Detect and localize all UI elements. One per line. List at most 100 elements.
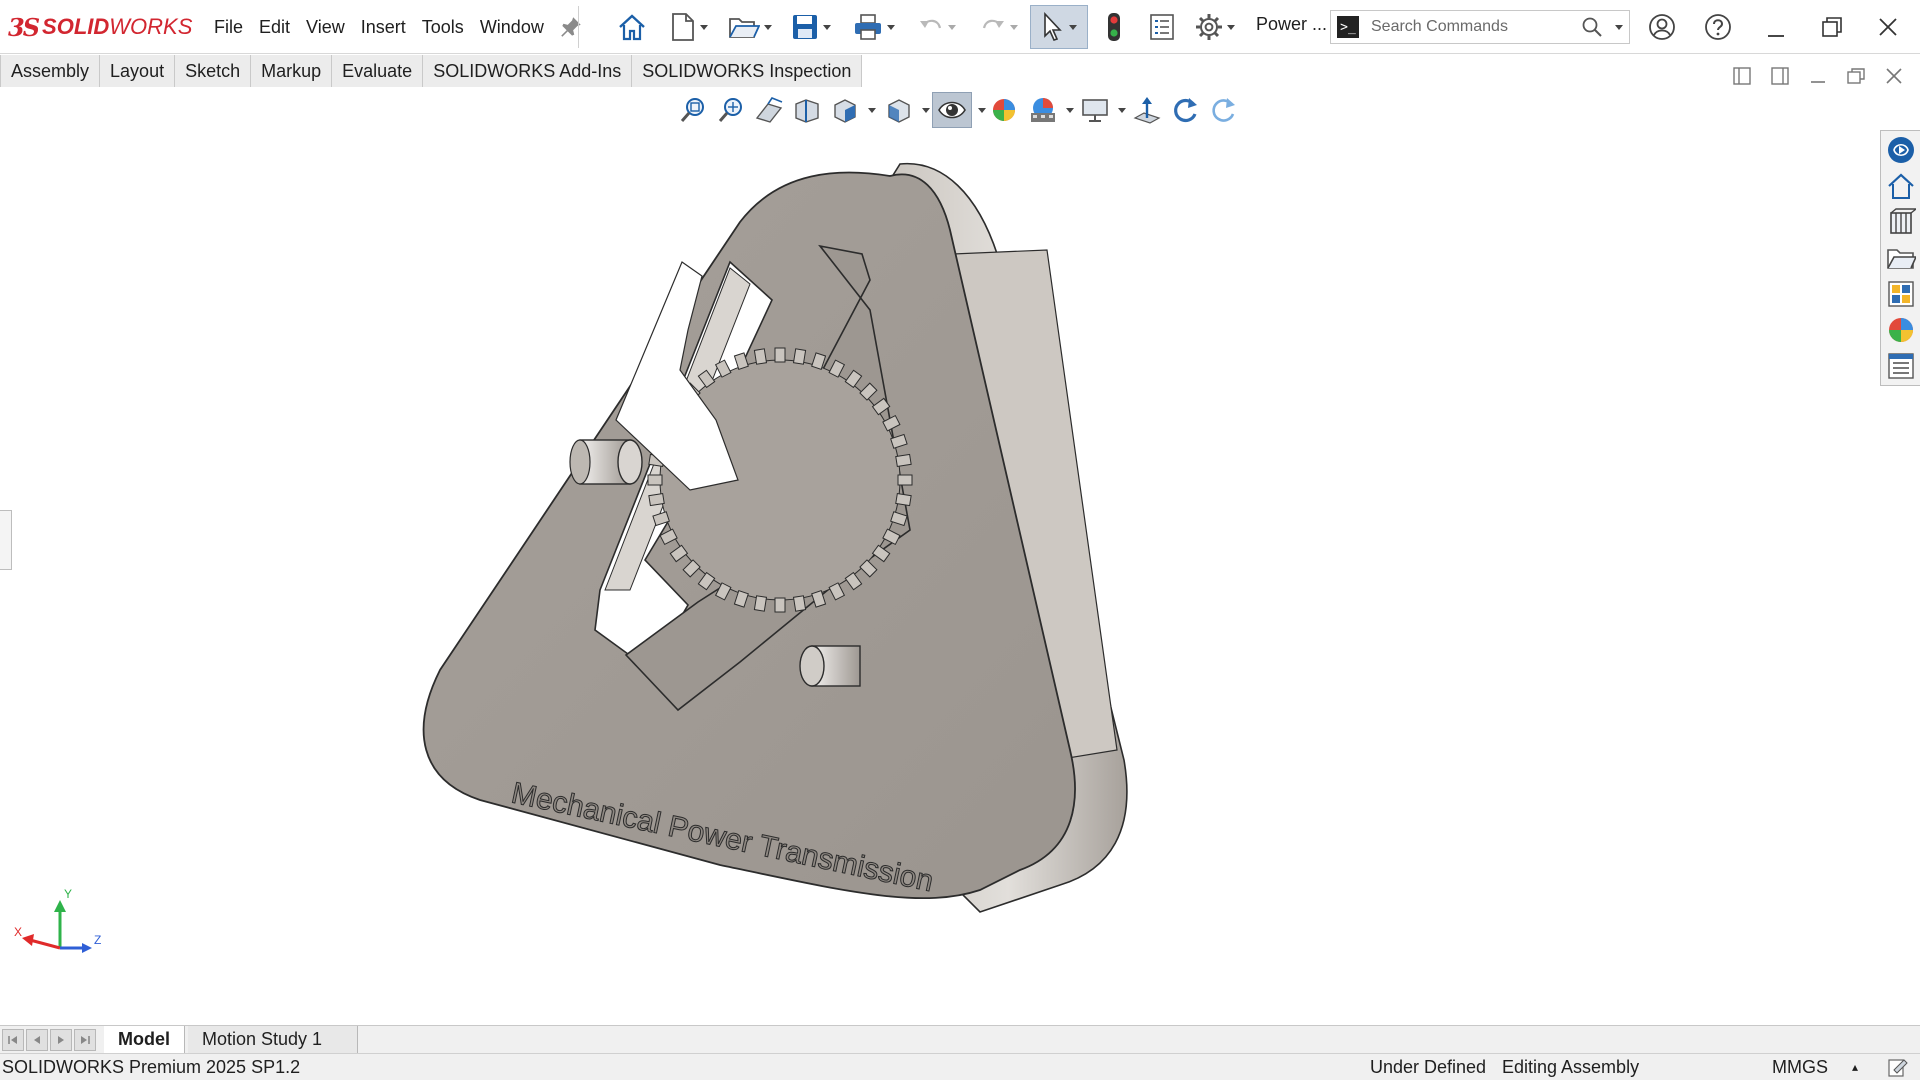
title-bar: 3S SOLID WORKS File Edit View Insert Too…	[0, 0, 1920, 54]
edit-appearance-icon	[993, 99, 1015, 121]
chevron-down-icon[interactable]	[978, 108, 986, 113]
tab-motion-study[interactable]: Motion Study 1	[188, 1026, 358, 1053]
home-button[interactable]	[614, 8, 650, 46]
power-select-label[interactable]: Power ...	[1256, 14, 1327, 35]
appearances-icon[interactable]	[1886, 315, 1916, 345]
normal-to-button[interactable]	[1130, 92, 1164, 128]
pin-icon[interactable]	[558, 14, 584, 40]
search-commands[interactable]: >_	[1330, 10, 1630, 44]
chevron-down-icon[interactable]	[948, 24, 956, 30]
doc-minimize-icon[interactable]	[1806, 64, 1830, 88]
bottom-tab-bar: Model Motion Study 1	[0, 1025, 1920, 1053]
hide-show-items-button[interactable]	[932, 92, 972, 128]
rebuild-button[interactable]	[1098, 8, 1130, 46]
file-explorer-icon[interactable]	[1886, 243, 1916, 273]
redo-button[interactable]	[972, 8, 1026, 46]
zoom-to-fit-button[interactable]	[676, 92, 710, 128]
chevron-down-icon[interactable]	[868, 108, 876, 113]
gear-tooth	[753, 595, 768, 612]
unit-system[interactable]: MMGS	[1772, 1057, 1828, 1078]
solidworks-logo[interactable]: 3S SOLID WORKS	[8, 10, 192, 44]
home-icon[interactable]	[1886, 171, 1916, 201]
model-viewport[interactable]: Mechanical Power Transmission	[420, 150, 1160, 990]
restore-icon[interactable]	[1818, 13, 1846, 41]
chevron-down-icon[interactable]	[1118, 108, 1126, 113]
search-icon[interactable]	[1581, 16, 1603, 38]
redo-icon	[982, 19, 1004, 29]
menu-file[interactable]: File	[206, 10, 251, 44]
doc-restore-icon[interactable]	[1844, 64, 1868, 88]
tab-layout[interactable]: Layout	[100, 55, 176, 87]
section-view-icon	[795, 99, 819, 123]
chevron-down-icon[interactable]	[1066, 108, 1074, 113]
collapse-right-icon[interactable]	[1768, 64, 1792, 88]
edit-appearance-button[interactable]	[988, 92, 1022, 128]
doc-close-icon[interactable]	[1882, 64, 1906, 88]
rebuild-status-icon[interactable]	[1886, 1057, 1910, 1079]
display-style-button[interactable]	[882, 92, 916, 128]
view-orientation-button[interactable]	[828, 92, 862, 128]
featuremanager-flyout-handle[interactable]	[0, 510, 12, 570]
rebuild-icon	[1108, 13, 1120, 41]
collapse-left-icon[interactable]	[1730, 64, 1754, 88]
chevron-down-icon[interactable]	[1227, 24, 1235, 30]
tab-inspection[interactable]: SOLIDWORKS Inspection	[632, 55, 863, 87]
chevron-down-icon[interactable]	[887, 24, 895, 30]
menu-window[interactable]: Window	[472, 10, 552, 44]
design-library-icon[interactable]	[1886, 207, 1916, 237]
save-button[interactable]	[784, 8, 838, 46]
redo-view-button[interactable]	[1206, 92, 1240, 128]
previous-tab-button[interactable]	[26, 1029, 48, 1051]
menu-tools[interactable]: Tools	[414, 10, 472, 44]
view-settings-button[interactable]	[1078, 92, 1112, 128]
tab-assembly[interactable]: Assembly	[0, 55, 101, 87]
chevron-down-icon[interactable]	[922, 108, 930, 113]
apply-scene-button[interactable]	[1026, 92, 1060, 128]
solidworks-resources-icon[interactable]	[1886, 135, 1916, 165]
custom-properties-icon[interactable]	[1886, 351, 1916, 381]
gear-tooth	[647, 474, 663, 486]
file-properties-button[interactable]	[1144, 8, 1180, 46]
section-view-button[interactable]	[790, 92, 824, 128]
rotate-button[interactable]	[1168, 92, 1202, 128]
print-button[interactable]	[846, 8, 902, 46]
select-button[interactable]	[1030, 5, 1088, 49]
previous-view-button[interactable]	[752, 92, 786, 128]
chevron-down-icon[interactable]	[700, 24, 708, 30]
user-icon[interactable]	[1648, 13, 1676, 41]
tab-sketch[interactable]: Sketch	[175, 55, 252, 87]
previous-arrow-icon	[34, 1036, 40, 1044]
view-orientation-icon	[834, 99, 856, 123]
last-tab-button[interactable]	[74, 1029, 96, 1051]
first-tab-button[interactable]	[2, 1029, 24, 1051]
chevron-down-icon[interactable]	[1010, 24, 1018, 30]
view-palette-icon[interactable]	[1886, 279, 1916, 309]
close-icon[interactable]	[1874, 13, 1902, 41]
undo-button[interactable]	[910, 8, 964, 46]
gear-tooth	[897, 474, 913, 486]
next-tab-button[interactable]	[50, 1029, 72, 1051]
chevron-down-icon[interactable]	[823, 24, 831, 30]
zoom-to-area-button[interactable]	[714, 92, 748, 128]
menu-view[interactable]: View	[298, 10, 353, 44]
chevron-down-icon[interactable]	[1069, 24, 1077, 30]
minimize-icon[interactable]	[1762, 14, 1790, 42]
search-input[interactable]	[1369, 17, 1573, 37]
chevron-down-icon[interactable]	[764, 24, 772, 30]
chevron-down-icon[interactable]	[1615, 25, 1623, 30]
tab-addins[interactable]: SOLIDWORKS Add-Ins	[423, 55, 633, 87]
options-button[interactable]	[1188, 8, 1242, 46]
new-document-button[interactable]	[664, 8, 714, 46]
menu-insert[interactable]: Insert	[353, 10, 414, 44]
help-icon[interactable]	[1704, 13, 1732, 41]
commandmanager-tabs: Assembly Layout Sketch Markup Evaluate S…	[0, 55, 863, 87]
unit-caret-icon[interactable]: ▴	[1852, 1060, 1858, 1074]
logo-solid: SOLID	[42, 14, 110, 39]
tab-model[interactable]: Model	[104, 1026, 185, 1053]
menu-edit[interactable]: Edit	[251, 10, 298, 44]
gear-icon	[1196, 14, 1222, 40]
rotate-icon	[1174, 98, 1197, 123]
open-button[interactable]	[722, 8, 778, 46]
tab-evaluate[interactable]: Evaluate	[332, 55, 424, 87]
tab-markup[interactable]: Markup	[251, 55, 333, 87]
